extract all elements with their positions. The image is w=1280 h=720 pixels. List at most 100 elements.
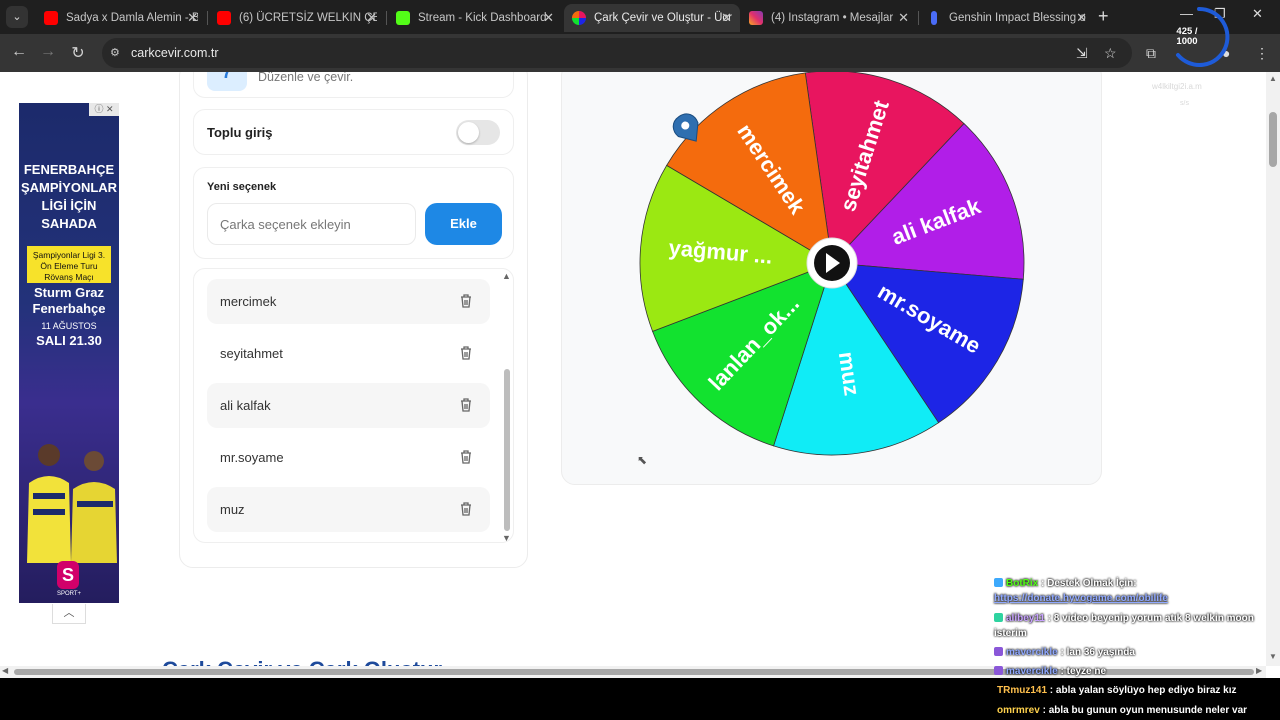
tab-title: Çark Çevir ve Oluştur - Ücr <box>594 12 732 24</box>
option-item[interactable]: seyitahmet <box>207 331 490 376</box>
tab-4-active[interactable]: Çark Çevir ve Oluştur - Ücr ✕ <box>564 4 740 32</box>
step-description: Düzenle ve çevir. <box>258 72 354 84</box>
ad-match: Sturm Graz Fenerbahçe <box>32 285 106 316</box>
option-label: seyitahmet <box>220 346 283 361</box>
ad-collapse-chevron-icon[interactable]: ︿ <box>52 604 86 624</box>
chat-link[interactable]: https://donate.hyvogame.com/obilife <box>994 593 1168 604</box>
youtube-icon <box>44 11 58 25</box>
trash-icon[interactable] <box>457 500 475 518</box>
scroll-left-icon[interactable]: ◀ <box>2 666 8 675</box>
list-scroll-down-icon[interactable]: ▼ <box>502 533 511 543</box>
close-tab-icon[interactable]: ✕ <box>187 4 198 32</box>
tab-bar: ⌄ Sadya x Damla Alemin - Ba ✕ (6) ÜCRETS… <box>0 0 1280 34</box>
trash-icon[interactable] <box>457 448 475 466</box>
tab-1[interactable]: Sadya x Damla Alemin - Ba ✕ <box>36 4 206 32</box>
url-text: carkcevir.com.tr <box>131 46 219 60</box>
tab-5[interactable]: (4) Instagram • Mesajlar ✕ <box>741 4 917 32</box>
omnibox[interactable]: ⚙ carkcevir.com.tr ⇲ ☆ <box>102 38 1132 68</box>
chat-text: : lan 36 yaşında <box>1060 647 1135 658</box>
close-tab-icon[interactable]: ✕ <box>543 4 554 32</box>
bulk-entry-toggle[interactable] <box>456 120 500 145</box>
tab-search-button[interactable]: ⌄ <box>6 6 28 28</box>
site-info-icon[interactable]: ⚙ <box>110 46 124 60</box>
bookmark-star-icon[interactable]: ☆ <box>1104 45 1117 62</box>
tab-3[interactable]: Stream - Kick Dashboard ✕ <box>388 4 562 32</box>
chat-user: alibey11 <box>1006 613 1045 624</box>
chat-text: : abla bu gunun oyun menusunde neler var <box>1042 705 1248 716</box>
reload-icon[interactable]: ↻ <box>67 43 89 63</box>
new-option-label: Yeni seçenek <box>207 181 277 193</box>
chat-message: BotRix : Destek Olmak İçin: https://dona… <box>994 576 1280 606</box>
ad-date: 11 AĞUSTOS <box>41 321 97 331</box>
option-label: mercimek <box>220 294 277 309</box>
ad-yellow-box: Şampiyonlar Ligi 3. Ön Eleme Turu Rövanş… <box>27 246 111 283</box>
ad-headline: FENERBAHÇE ŞAMPİYONLAR LİGİ İÇİN SAHADA <box>21 162 118 231</box>
chat-message: alibey11 : 8 video beyenip yorum atık 8 … <box>994 611 1280 641</box>
chat-user: TRmuz141 <box>997 685 1048 696</box>
add-option-button[interactable]: Ekle <box>425 203 502 245</box>
trash-icon[interactable] <box>457 344 475 362</box>
page-scroll-thumb[interactable] <box>1269 112 1277 167</box>
wheel-card: seyitahmet ali kalfak mr.soyame muz lanlan_o… <box>561 72 1102 485</box>
list-scrollbar-thumb[interactable] <box>504 369 510 531</box>
option-label: ali kalfak <box>220 398 271 413</box>
option-item[interactable]: ali kalfak <box>207 383 490 428</box>
ad-players-image <box>27 444 117 563</box>
mouse-cursor-icon: ⬉ <box>637 453 648 467</box>
install-app-icon[interactable]: ⇲ <box>1076 45 1088 62</box>
options-list-card: mercimek seyitahmet ali kalfak mr.soyame… <box>193 268 514 543</box>
new-tab-button[interactable]: + <box>1098 6 1109 26</box>
chat-user: BotRix <box>1006 578 1039 589</box>
tab-6[interactable]: Genshin Impact Blessing o ✕ <box>919 4 1095 32</box>
chat-text: : abla yalan söylüyo hep ediyo biraz kız <box>1049 685 1237 696</box>
section-title: Çark Çevir ve Çark Oluştur <box>162 657 442 666</box>
counter-max: 1000 <box>1176 36 1198 47</box>
list-scroll-up-icon[interactable]: ▲ <box>502 271 511 281</box>
extensions-icon[interactable]: ⧉ <box>1146 45 1156 62</box>
bulk-entry-card: Toplu giriş <box>193 109 514 155</box>
address-bar-row: ← → ↻ ⚙ carkcevir.com.tr ⇲ ☆ ⧉ ● ⋮ <box>0 34 1280 72</box>
advertisement-banner[interactable]: ⓘ ✕ FENERBAHÇE ŞAMPİYONLAR LİGİ İÇİN SAH… <box>19 103 119 603</box>
chat-message: mavercikle : teyze ne <box>994 664 1280 679</box>
new-option-card: Yeni seçenek Ekle <box>193 167 514 259</box>
back-icon[interactable]: ← <box>8 43 30 61</box>
close-tab-icon[interactable]: ✕ <box>366 4 377 32</box>
tab-title: (6) ÜCRETSİZ WELKIN ÇEKİ <box>239 12 377 24</box>
ad-brand-logo: S <box>57 561 79 589</box>
bot-badge-icon <box>994 578 1003 587</box>
bulk-entry-label: Toplu giriş <box>207 125 273 140</box>
spin-wheel[interactable]: seyitahmetali kalfakmr.soyamemuzlanlan_o… <box>632 72 1032 463</box>
option-item[interactable]: mr.soyame <box>207 435 490 480</box>
instagram-icon <box>749 11 763 25</box>
overlay-faded-text: s/s <box>1180 100 1189 107</box>
chat-message: TRmuz141 : abla yalan söylüyo hep ediyo … <box>997 683 1280 698</box>
ad-close-icon[interactable]: ⓘ ✕ <box>89 103 119 116</box>
ad-brand-label: SPORT+ <box>56 591 82 597</box>
menu-icon[interactable]: ⋮ <box>1255 45 1269 62</box>
sub-badge-icon <box>994 647 1003 656</box>
chat-message: omrmrev : abla bu gunun oyun menusunde n… <box>997 703 1280 718</box>
option-item[interactable]: muz <box>207 487 490 532</box>
new-option-input[interactable] <box>207 203 416 245</box>
scroll-up-icon[interactable]: ▲ <box>1269 74 1277 83</box>
option-label: mr.soyame <box>220 450 284 465</box>
sub-badge-icon <box>994 613 1003 622</box>
kick-icon <box>396 11 410 25</box>
step-card: 7 Düzenle ve çevir. <box>193 72 514 98</box>
close-tab-icon[interactable]: ✕ <box>898 4 909 32</box>
close-tab-icon[interactable]: ✕ <box>721 4 732 32</box>
sub-badge-icon <box>994 666 1003 675</box>
trash-icon[interactable] <box>457 292 475 310</box>
wheel-editor-panel: 7 Düzenle ve çevir. Toplu giriş Yeni seç… <box>179 72 528 568</box>
option-item[interactable]: mercimek <box>207 279 490 324</box>
youtube-icon <box>217 11 231 25</box>
ad-time: SALI 21.30 <box>36 333 102 348</box>
tab-title: Sadya x Damla Alemin - Ba <box>66 12 198 24</box>
close-window-icon[interactable]: ✕ <box>1252 6 1263 22</box>
forward-icon[interactable]: → <box>37 43 59 61</box>
chat-user: omrmrev <box>997 705 1040 716</box>
close-tab-icon[interactable]: ✕ <box>1076 4 1087 32</box>
trash-icon[interactable] <box>457 396 475 414</box>
toggle-knob <box>458 122 479 143</box>
tab-2[interactable]: (6) ÜCRETSİZ WELKIN ÇEKİ ✕ <box>209 4 385 32</box>
